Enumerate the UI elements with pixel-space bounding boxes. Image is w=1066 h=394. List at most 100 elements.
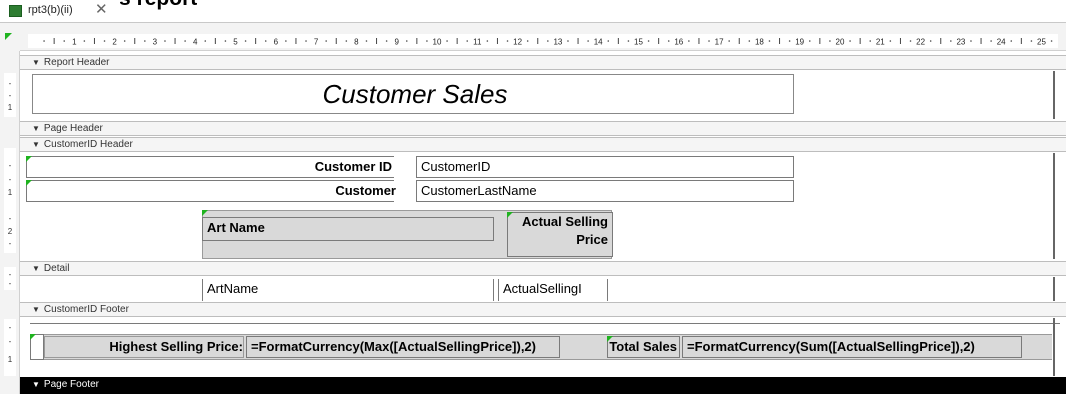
- total-sales-expression[interactable]: =FormatCurrency(Sum([ActualSellingPrice]…: [682, 336, 1022, 358]
- section-bar-detail[interactable]: ▼ Detail: [20, 261, 1066, 276]
- customer-id-label-box[interactable]: Customer ID: [26, 156, 394, 178]
- ruler-dot: [43, 40, 45, 42]
- ruler-dot: [466, 40, 469, 42]
- ruler-dot: [426, 40, 428, 42]
- ruler-mark: 1: [72, 38, 77, 47]
- horizontal-ruler[interactable]: 1 2 3 4 5 6 7 8 9 10 11 12 13 14 15 16 17 18 19 20 21 22 23 24 2…: [20, 31, 1066, 51]
- section-label: Page Footer: [43, 379, 99, 390]
- customerid-footer-section[interactable]: Highest Selling Price: =FormatCurrency(M…: [20, 318, 1066, 376]
- tab-report-label[interactable]: rpt3(b)(ii): [28, 4, 73, 16]
- ruler-dot: [103, 40, 106, 42]
- section-label: CustomerID Header: [43, 139, 133, 150]
- ruler-dot: [325, 40, 327, 42]
- vruler-mark: -: [8, 270, 12, 279]
- section-bar-customerid-footer[interactable]: ▼ CustomerID Footer: [20, 302, 1066, 317]
- ruler-mark: 22: [916, 38, 925, 47]
- ruler-dot: [123, 40, 126, 42]
- ruler-dot: [708, 40, 710, 42]
- ruler-dot: [385, 40, 388, 42]
- customerid-header-section[interactable]: Customer ID CustomerID Customer Customer…: [20, 153, 1066, 259]
- ruler-dot: [506, 40, 509, 42]
- ruler-dot: [224, 40, 227, 42]
- ruler-mark: 5: [233, 38, 238, 47]
- report-title-label[interactable]: Customer Sales: [32, 74, 794, 114]
- tabstrip-separator: [0, 22, 1066, 31]
- ruler-dot: [748, 40, 751, 42]
- ruler-mark: 19: [795, 38, 804, 47]
- ruler-dot: [587, 40, 589, 42]
- customer-last-name-textbox[interactable]: CustomerLastName: [416, 180, 794, 202]
- ruler-mark: 11: [473, 38, 482, 47]
- vruler-mark: 1: [7, 188, 13, 197]
- detail-section[interactable]: ArtName ActualSellingI: [20, 277, 1066, 301]
- section-label: CustomerID Footer: [43, 304, 129, 315]
- ruler-dot: [486, 40, 489, 42]
- error-marker-icon: [507, 212, 513, 218]
- actual-selling-heading-line1: Actual Selling: [522, 214, 608, 229]
- ruler-dot: [768, 40, 771, 42]
- ruler-mark: 3: [153, 38, 158, 47]
- error-marker-icon: [26, 156, 32, 162]
- report-icon: [9, 5, 22, 17]
- vruler-mark: 1: [7, 103, 13, 112]
- section-marker-icon: ▼: [32, 124, 40, 133]
- section-right-edge: [1053, 318, 1055, 376]
- customer-label-box[interactable]: Customer: [26, 180, 396, 202]
- ruler-mark: 21: [876, 38, 885, 47]
- section-bar-page-header[interactable]: ▼ Page Header: [20, 121, 1066, 136]
- ruler-dot: [547, 40, 549, 42]
- customer-id-label: Customer ID: [314, 159, 392, 174]
- ruler-dot: [83, 40, 86, 42]
- close-icon[interactable]: ✕: [95, 1, 108, 19]
- ruler-dot: [1030, 40, 1033, 42]
- ruler-dot: [264, 40, 267, 42]
- section-right-edge: [1053, 153, 1055, 259]
- actual-selling-price-heading[interactable]: Actual Selling Price: [507, 212, 613, 257]
- select-report-marker-icon: [5, 33, 12, 40]
- vruler-mark: -: [8, 161, 12, 170]
- section-bar-page-footer[interactable]: ▼ Page Footer: [20, 377, 1066, 394]
- section-bar-customerid-header[interactable]: ▼ CustomerID Header: [20, 137, 1066, 152]
- ruler-mark: 2: [112, 38, 117, 47]
- art-name-heading[interactable]: Art Name: [202, 217, 494, 241]
- section-right-edge: [1053, 277, 1055, 301]
- ruler-dot: [647, 40, 650, 42]
- report-header-section[interactable]: Customer Sales: [20, 71, 1066, 119]
- ruler-dot: [829, 40, 831, 42]
- error-marker-icon: [202, 210, 208, 216]
- vruler-mark: -: [8, 79, 12, 88]
- ruler-dot: [184, 40, 186, 42]
- highest-selling-price-label[interactable]: Highest Selling Price:: [44, 336, 244, 358]
- ruler-dot: [446, 40, 448, 42]
- highest-selling-price-expression[interactable]: =FormatCurrency(Max([ActualSellingPrice]…: [246, 336, 560, 358]
- customer-id-textbox[interactable]: CustomerID: [416, 156, 794, 178]
- ruler-mark: 18: [755, 38, 764, 47]
- actual-selling-heading-line2: Price: [576, 232, 608, 247]
- ruler-mark: 10: [433, 38, 442, 47]
- ruler-dot: [970, 40, 972, 42]
- ruler-dot: [808, 40, 811, 42]
- art-name-textbox[interactable]: ArtName: [202, 279, 494, 301]
- section-marker-icon: ▼: [32, 58, 40, 67]
- ruler-mark: 7: [314, 38, 319, 47]
- ruler-mark: 13: [553, 38, 562, 47]
- ruler-dot: [1050, 40, 1053, 42]
- ruler-dot: [688, 40, 690, 42]
- ruler-mark: 14: [594, 38, 603, 47]
- ruler-mark: 24: [997, 38, 1006, 47]
- section-label: Page Header: [43, 123, 103, 134]
- ruler-dot: [889, 40, 892, 42]
- ruler-mark: 4: [193, 38, 198, 47]
- ruler-dot: [63, 40, 66, 42]
- ruler-dot: [1010, 40, 1013, 42]
- vertical-ruler[interactable]: - - 1 - - 1 - 2 - - - - - 1: [0, 51, 20, 394]
- ruler-mark: 17: [715, 38, 724, 47]
- total-sales-label[interactable]: Total Sales: [607, 336, 680, 358]
- section-bar-report-header[interactable]: ▼ Report Header: [20, 55, 1066, 70]
- actual-selling-price-textbox[interactable]: ActualSellingI: [498, 279, 608, 301]
- vruler-mark: -: [8, 323, 12, 332]
- ruler-mark: 23: [956, 38, 965, 47]
- ruler-dot: [869, 40, 872, 42]
- ruler-dot: [950, 40, 952, 42]
- ruler-mark: 12: [513, 38, 522, 47]
